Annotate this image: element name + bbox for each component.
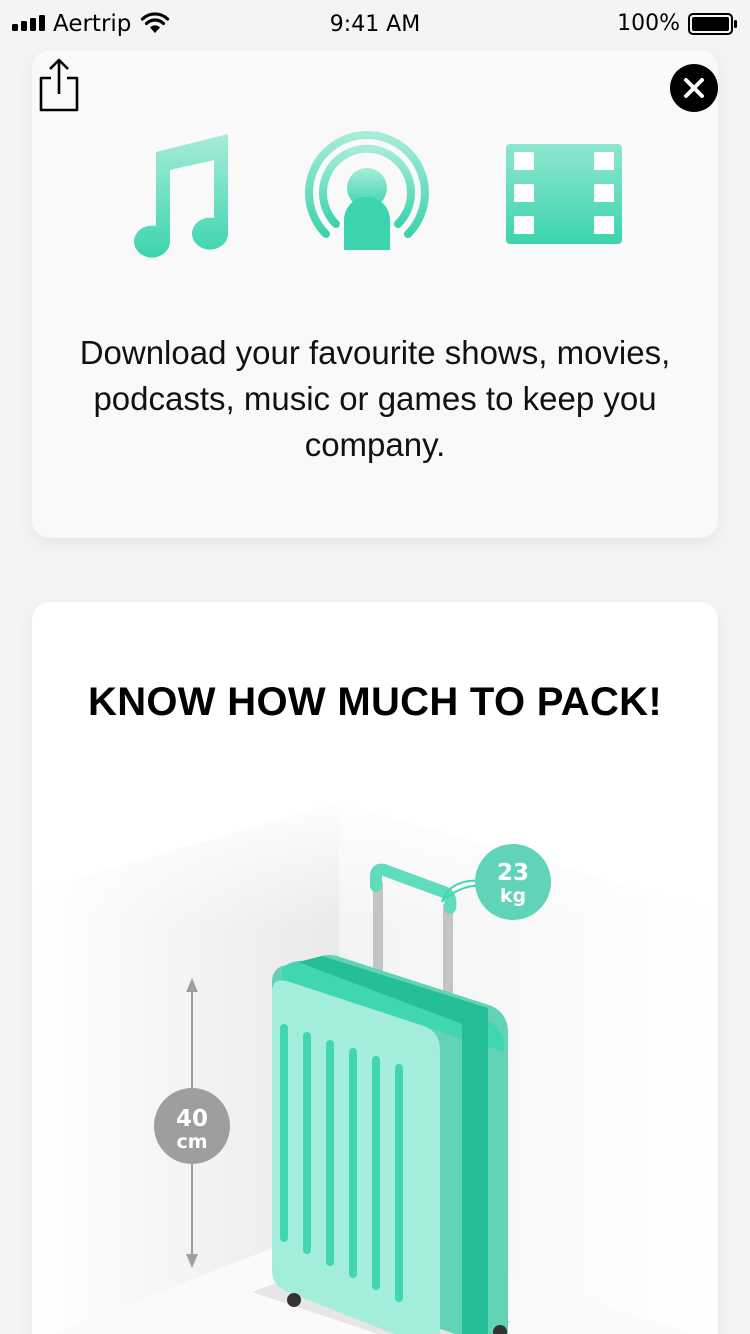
close-button[interactable] xyxy=(670,64,718,112)
battery-icon xyxy=(688,13,737,35)
suitcase-body xyxy=(272,954,508,1334)
entertainment-description: Download your favourite shows, movies, p… xyxy=(79,334,671,463)
music-note-icon xyxy=(134,134,228,258)
podcast-icon xyxy=(305,130,429,250)
media-icons xyxy=(32,130,718,260)
height-badge: 40 cm xyxy=(154,1088,230,1164)
suitcase-illustration: 40 cm 23 kg xyxy=(32,792,718,1334)
weight-badge: 23 kg xyxy=(475,844,551,920)
battery-percent: 100% xyxy=(617,11,680,36)
packing-card: KNOW HOW MUCH TO PACK! 40 cm 23 kg xyxy=(32,602,718,1334)
close-icon xyxy=(684,78,704,98)
svg-text:cm: cm xyxy=(176,1131,207,1153)
svg-text:40: 40 xyxy=(176,1106,208,1132)
share-icon[interactable] xyxy=(38,56,80,114)
svg-text:kg: kg xyxy=(500,885,526,907)
entertainment-card: Download your favourite shows, movies, p… xyxy=(32,50,718,538)
film-strip-icon xyxy=(506,144,622,244)
status-bar: Aertrip 9:41 AM 100% xyxy=(0,0,750,48)
packing-title: KNOW HOW MUCH TO PACK! xyxy=(88,680,662,724)
svg-text:23: 23 xyxy=(497,860,529,886)
